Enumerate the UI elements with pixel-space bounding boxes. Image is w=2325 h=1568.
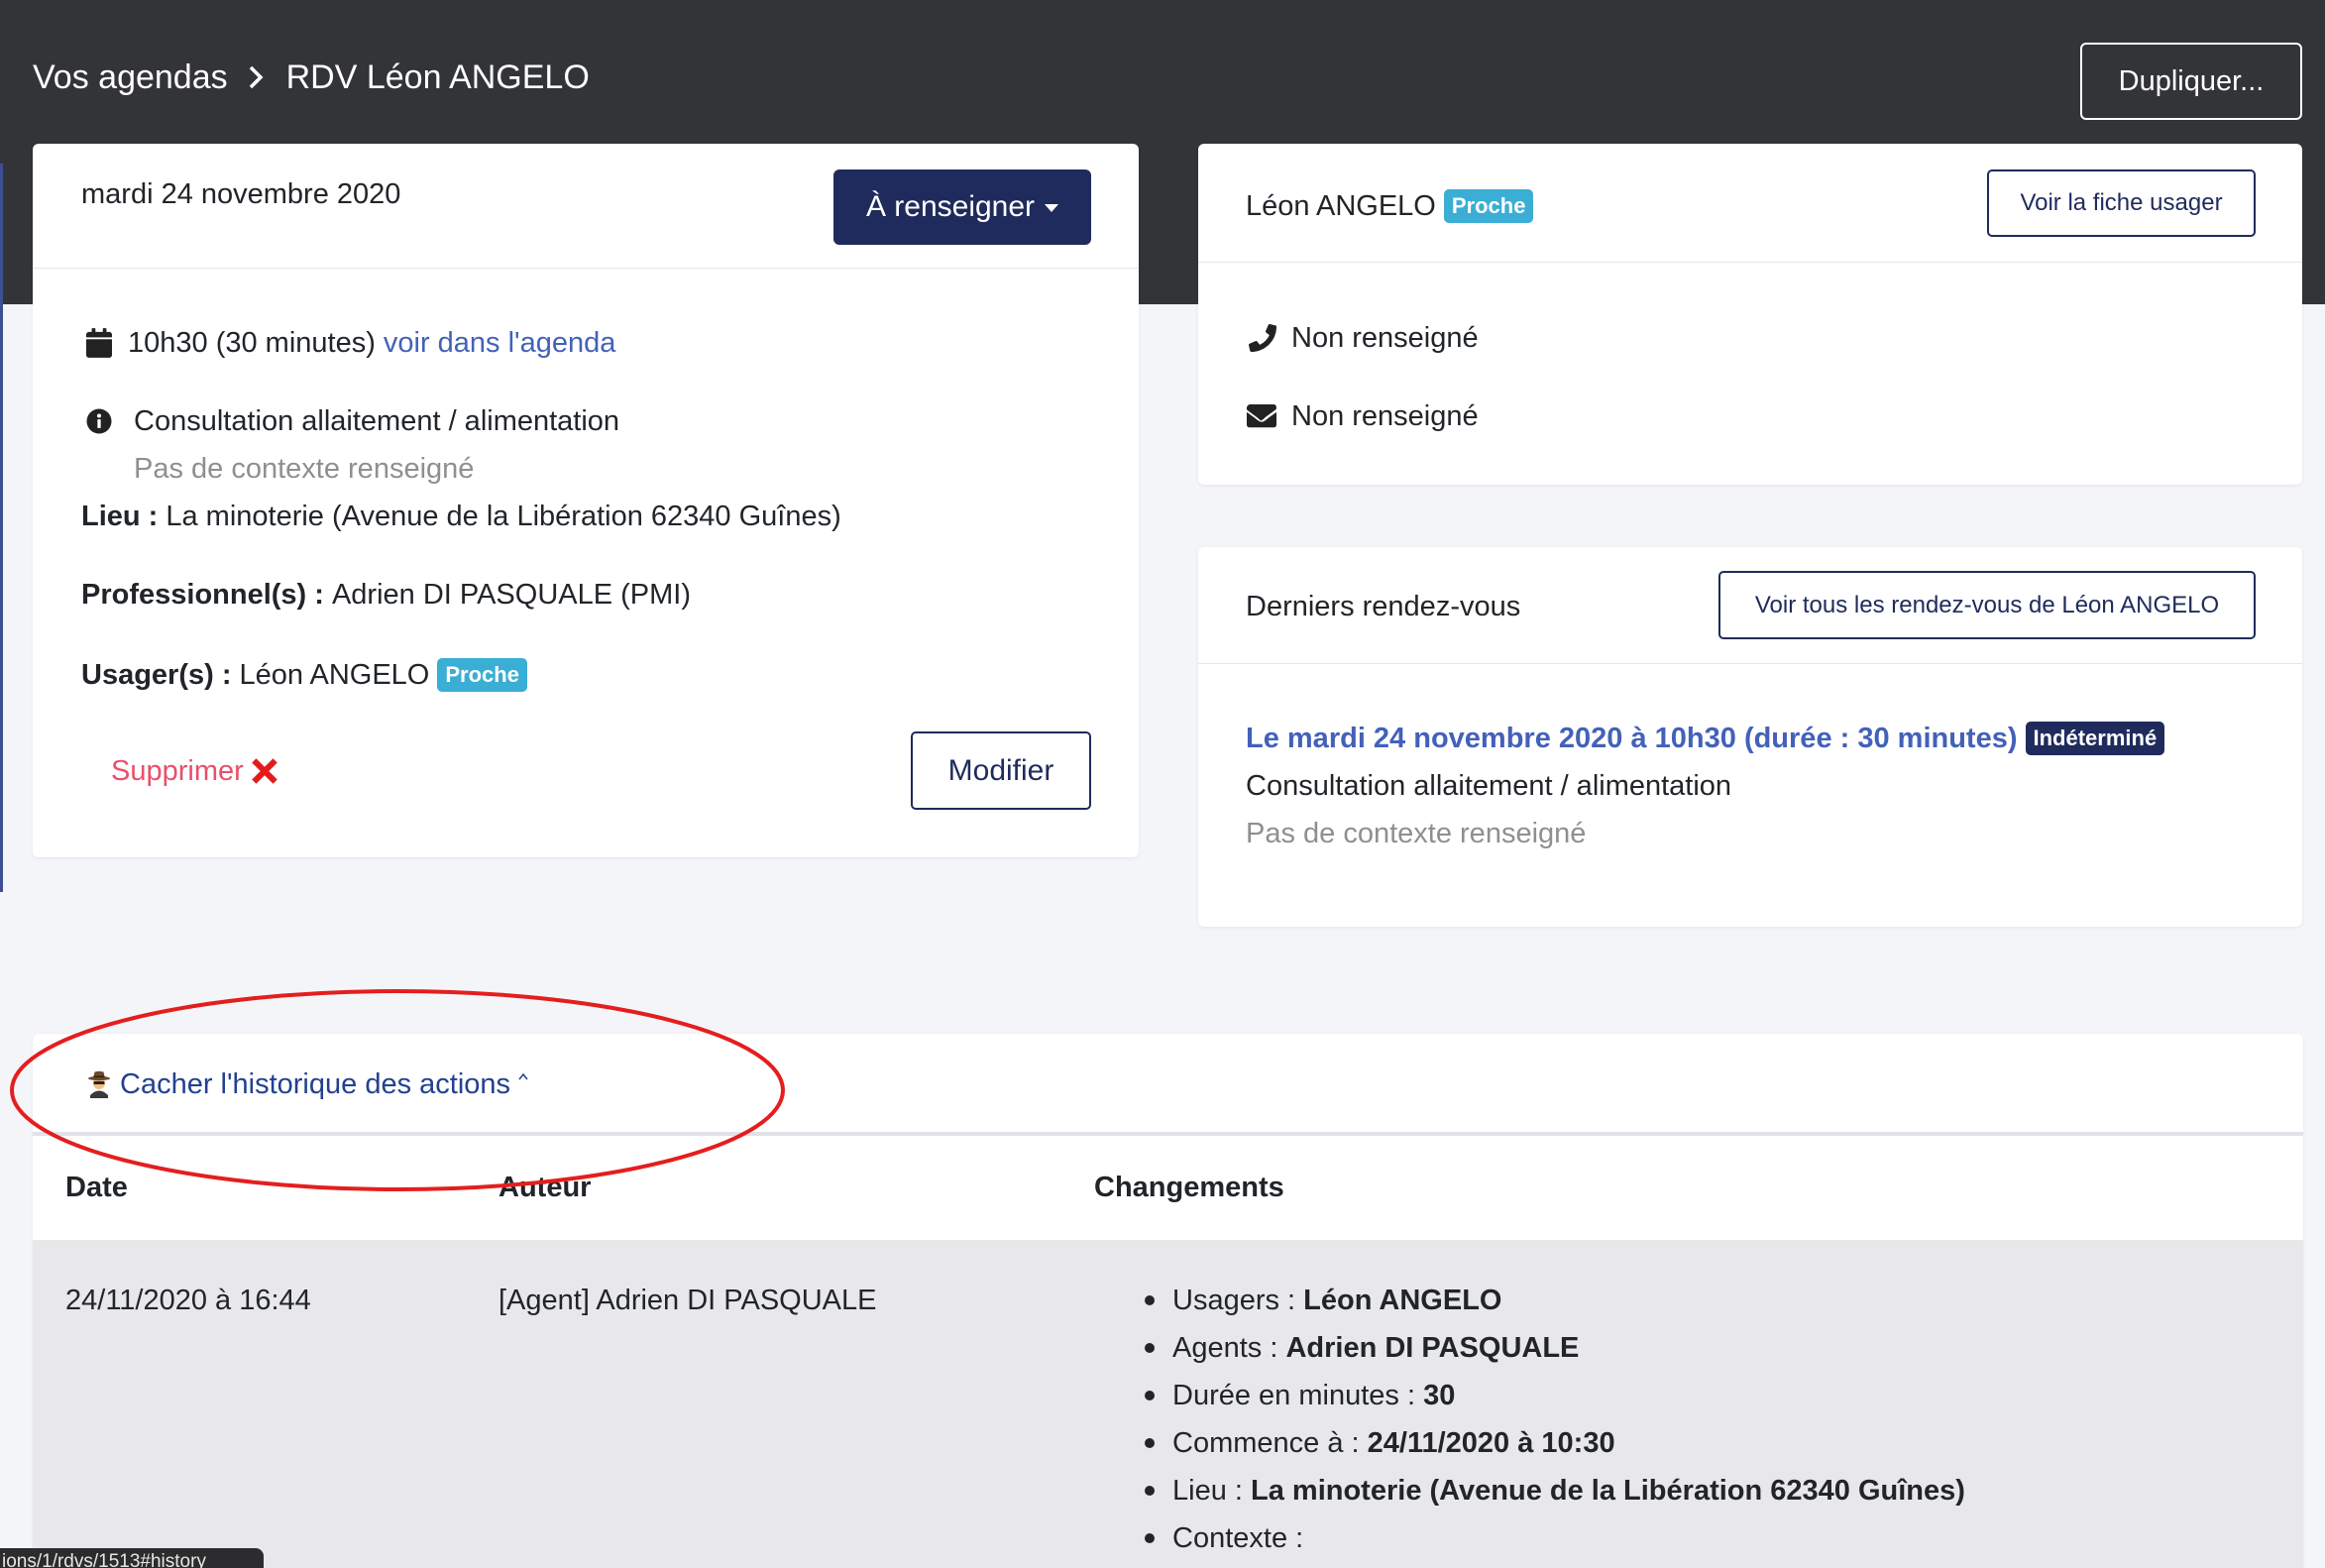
delete-link[interactable]: Supprimer [111, 751, 280, 791]
change-label: Durée en minutes : [1172, 1380, 1416, 1411]
history-toggle-link[interactable]: Cacher l'historique des actions [86, 1064, 528, 1104]
change-value: Adrien DI PASQUALE [1285, 1332, 1580, 1364]
change-label: Contexte : [1172, 1522, 1304, 1554]
envelope-icon [1247, 401, 1276, 431]
change-label: Usagers : [1172, 1285, 1296, 1316]
edit-button[interactable]: Modifier [911, 731, 1091, 810]
lieu-label: Lieu : [81, 501, 159, 532]
info-circle-icon [84, 406, 114, 436]
change-value: Léon ANGELO [1303, 1285, 1502, 1316]
change-value: 24/11/2020 à 10:30 [1367, 1427, 1615, 1459]
status-dropdown-button[interactable]: À renseigner [833, 169, 1091, 245]
professionnels-value: Adrien DI PASQUALE (PMI) [331, 579, 691, 611]
rdv-motif-row: Consultation allaitement / alimentation [84, 401, 619, 441]
calendar-icon [86, 328, 112, 358]
proche-badge: Proche [1443, 189, 1534, 223]
list-item: Commence à : 24/11/2020 à 10:30 [1145, 1419, 1965, 1467]
proche-badge: Proche [437, 658, 527, 692]
user-email: Non renseigné [1291, 400, 1479, 432]
list-item: Agents : Adrien DI PASQUALE [1145, 1324, 1965, 1372]
column-header-changes: Changements [1094, 1172, 1284, 1203]
status-badge: Indéterminé [2025, 722, 2165, 755]
rdv-date: mardi 24 novembre 2020 [81, 178, 401, 210]
change-label: Lieu : [1172, 1475, 1243, 1507]
agenda-link[interactable]: voir dans l'agenda [384, 323, 615, 363]
chevron-right-icon [248, 64, 264, 90]
history-row-author: [Agent] Adrien DI PASQUALE [498, 1285, 877, 1316]
history-card: Cacher l'historique des actions Date Aut… [33, 1034, 2303, 1568]
list-item: Contexte : [1145, 1514, 1965, 1562]
rdv-card-header: mardi 24 novembre 2020 À renseigner [33, 144, 1139, 269]
status-bar-url: ions/1/rdvs/1513#history [0, 1548, 264, 1568]
duplicate-button[interactable]: Dupliquer... [2080, 43, 2302, 120]
breadcrumb: Vos agendas RDV Léon ANGELO [33, 56, 590, 99]
breadcrumb-current: RDV Léon ANGELO [285, 57, 590, 96]
rdv-motif: Consultation allaitement / alimentation [134, 405, 620, 437]
history-row-date: 24/11/2020 à 16:44 [65, 1285, 311, 1316]
view-user-profile-button[interactable]: Voir la fiche usager [1987, 169, 2256, 237]
user-name-row: Léon ANGELO Proche [1246, 186, 1534, 226]
user-card: Léon ANGELO Proche Voir la fiche usager … [1198, 144, 2302, 485]
last-rdvs-header: Derniers rendez-vous Voir tous les rende… [1198, 547, 2302, 664]
usagers-value[interactable]: Léon ANGELO [240, 655, 430, 695]
last-rdv-link[interactable]: Le mardi 24 novembre 2020 à 10h30 (durée… [1246, 719, 2018, 758]
status-dropdown-label: À renseigner [865, 190, 1036, 223]
user-phone: Non renseigné [1291, 322, 1479, 354]
list-item: Lieu : La minoterie (Avenue de la Libéra… [1145, 1467, 1965, 1514]
last-rdv-link-row: Le mardi 24 novembre 2020 à 10h30 (durée… [1246, 719, 2165, 758]
bullet [1145, 1438, 1155, 1448]
phone-icon [1249, 324, 1276, 352]
rdv-time: 10h30 (30 minutes) [128, 327, 376, 359]
history-table-header: Date Auteur Changements [33, 1136, 2303, 1240]
user-name: Léon ANGELO [1246, 190, 1436, 222]
last-rdv-context: Pas de contexte renseigné [1246, 818, 1587, 849]
bullet [1145, 1343, 1155, 1353]
column-header-author: Auteur [498, 1172, 592, 1203]
lieu-value: La minoterie (Avenue de la Libération 62… [166, 501, 841, 532]
rdv-professionnels-row: Professionnel(s) : Adrien DI PASQUALE (P… [81, 575, 691, 615]
history-changes-list: Usagers : Léon ANGELO Agents : Adrien DI… [1145, 1277, 1965, 1562]
last-rdv-motif: Consultation allaitement / alimentation [1246, 770, 1732, 802]
delete-label: Supprimer [111, 755, 244, 787]
left-edge-strip [0, 164, 3, 892]
history-toggle-label: Cacher l'historique des actions [120, 1068, 511, 1100]
usagers-label: Usager(s) : [81, 659, 232, 691]
bullet [1145, 1295, 1155, 1305]
change-label: Commence à : [1172, 1427, 1360, 1459]
caret-up-icon [518, 1072, 528, 1080]
rdv-usagers-row: Usager(s) : Léon ANGELO Proche [81, 655, 527, 695]
change-value: 30 [1423, 1380, 1456, 1411]
professionnels-label: Professionnel(s) : [81, 579, 324, 611]
caret-down-icon [1045, 204, 1059, 212]
bullet [1145, 1533, 1155, 1543]
user-card-header: Léon ANGELO Proche Voir la fiche usager [1198, 144, 2302, 263]
rdv-context: Pas de contexte renseigné [134, 453, 475, 485]
last-rdvs-card: Derniers rendez-vous Voir tous les rende… [1198, 547, 2302, 927]
breadcrumb-parent-link[interactable]: Vos agendas [33, 58, 228, 97]
change-value: La minoterie (Avenue de la Libération 62… [1251, 1475, 1965, 1507]
view-all-rdvs-button[interactable]: Voir tous les rendez-vous de Léon ANGELO [1718, 571, 2256, 639]
rdv-card: mardi 24 novembre 2020 À renseigner 10h3… [33, 144, 1139, 857]
last-rdvs-title: Derniers rendez-vous [1246, 591, 1521, 622]
bullet [1145, 1486, 1155, 1496]
bullet [1145, 1391, 1155, 1400]
change-label: Agents : [1172, 1332, 1278, 1364]
rdv-time-row: 10h30 (30 minutes) voir dans l'agenda [86, 323, 615, 363]
list-item: Durée en minutes : 30 [1145, 1372, 1965, 1419]
rdv-lieu-row: Lieu : La minoterie (Avenue de la Libéra… [81, 497, 841, 536]
column-header-date: Date [65, 1172, 128, 1203]
user-phone-row: Non renseigné [1249, 318, 1479, 358]
list-item: Usagers : Léon ANGELO [1145, 1277, 1965, 1324]
red-cross-icon [249, 755, 280, 787]
detective-icon [86, 1070, 112, 1098]
user-email-row: Non renseigné [1247, 396, 1479, 436]
